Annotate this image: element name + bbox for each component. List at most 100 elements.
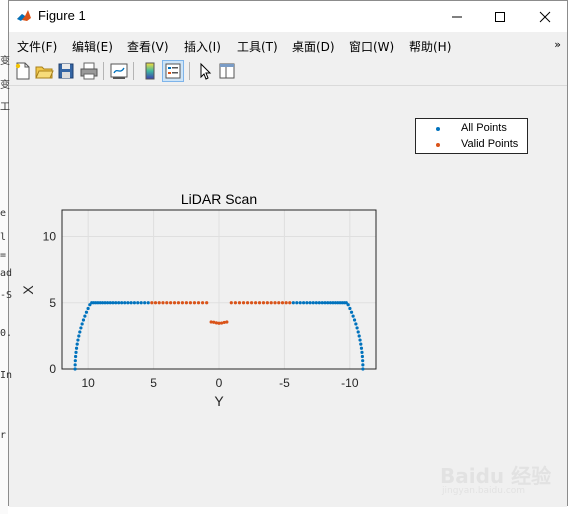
all-point xyxy=(348,306,352,311)
valid-point xyxy=(245,301,250,305)
all-point xyxy=(357,334,361,338)
all-point xyxy=(311,301,315,305)
background-text-fragment: ad xyxy=(0,268,13,279)
maximize-button[interactable] xyxy=(477,1,523,32)
all-point xyxy=(73,363,77,367)
all-point xyxy=(79,326,83,330)
edit-plot-icon[interactable] xyxy=(195,61,215,81)
background-text-fragment: 工 xyxy=(0,102,10,113)
valid-point xyxy=(192,301,197,305)
valid-point xyxy=(265,301,269,305)
x-tick-label: 0 xyxy=(216,376,223,390)
all-point xyxy=(74,346,79,350)
link-plot-icon[interactable] xyxy=(109,61,129,81)
menu-file[interactable]: 文件(F) xyxy=(17,38,57,55)
close-button[interactable] xyxy=(522,1,568,32)
watermark-domain: jingyan.baidu.com xyxy=(442,486,526,496)
valid-point xyxy=(157,301,161,305)
toolbar-separator xyxy=(133,62,134,80)
valid-point xyxy=(165,301,169,305)
background-text-fragment: In xyxy=(0,370,13,381)
background-text-fragment: 变 xyxy=(0,80,10,91)
all-point xyxy=(146,301,150,305)
close-icon xyxy=(539,11,551,22)
valid-point xyxy=(269,301,273,305)
all-point xyxy=(308,301,312,305)
valid-point xyxy=(237,301,242,305)
valid-point xyxy=(205,301,209,305)
toolbar-separator xyxy=(189,62,190,80)
valid-point xyxy=(180,301,185,305)
all-point xyxy=(139,301,143,305)
legend-entry-valid-points: Valid Points xyxy=(416,137,527,153)
valid-point xyxy=(153,301,158,305)
print-icon[interactable] xyxy=(79,61,99,81)
all-point xyxy=(291,301,295,305)
all-point xyxy=(317,301,321,305)
menu-overflow-icon[interactable]: » xyxy=(554,38,561,51)
open-file-icon[interactable] xyxy=(34,61,54,81)
legend-marker-valid-points xyxy=(436,143,440,147)
valid-point xyxy=(253,301,258,305)
menu-insert[interactable]: 插入(I) xyxy=(184,38,221,55)
menu-edit[interactable]: 编辑(E) xyxy=(72,38,113,55)
menu-help[interactable]: 帮助(H) xyxy=(409,38,451,55)
valid-point xyxy=(172,301,177,305)
new-figure-icon[interactable] xyxy=(13,61,33,81)
all-point xyxy=(132,301,137,305)
all-point xyxy=(81,318,86,322)
background-text-fragment: 0. xyxy=(0,328,13,339)
axis-ticks: 10 5 0 -5 -10 0 5 10 xyxy=(43,230,359,391)
all-point xyxy=(314,301,318,305)
plot-title: LiDAR Scan xyxy=(181,191,257,207)
all-point xyxy=(352,318,357,322)
insert-legend-icon[interactable] xyxy=(162,60,184,82)
all-point xyxy=(359,342,363,346)
menu-window[interactable]: 窗口(W) xyxy=(349,38,394,55)
maximize-icon xyxy=(495,11,505,22)
y-axis-label: X xyxy=(20,285,36,295)
all-point xyxy=(346,303,350,307)
all-point xyxy=(298,301,302,305)
all-point xyxy=(136,301,140,305)
menu-tools[interactable]: 工具(T) xyxy=(237,38,278,55)
watermark: Baidu 经验 jingyan.baidu.com xyxy=(440,456,570,508)
background-text-fragment: -S xyxy=(0,290,13,301)
property-inspector-icon[interactable] xyxy=(217,61,237,81)
menu-desktop[interactable]: 桌面(D) xyxy=(292,38,335,55)
legend-marker-all-points xyxy=(436,127,440,131)
valid-point xyxy=(225,320,229,324)
valid-point xyxy=(284,301,288,305)
all-point xyxy=(129,301,133,305)
grid-lines xyxy=(62,210,376,370)
menu-view[interactable]: 查看(V) xyxy=(127,38,169,55)
all-point xyxy=(361,359,365,363)
minimize-button[interactable] xyxy=(434,1,480,32)
x-tick-label: -10 xyxy=(341,376,359,390)
insert-colorbar-icon[interactable] xyxy=(140,61,160,81)
all-point xyxy=(301,301,306,305)
all-point xyxy=(74,350,78,354)
all-point xyxy=(305,301,309,305)
all-point xyxy=(74,354,78,359)
all-point xyxy=(120,301,124,305)
legend-entry-all-points: All Points xyxy=(416,121,527,137)
all-point xyxy=(78,330,82,334)
all-point xyxy=(76,338,80,342)
all-point xyxy=(126,301,130,305)
legend[interactable]: All Points Valid Points xyxy=(415,118,528,154)
all-point xyxy=(361,367,365,371)
all-point xyxy=(123,301,127,305)
save-icon[interactable] xyxy=(56,61,76,81)
all-point xyxy=(111,301,115,305)
all-point xyxy=(86,306,90,311)
all-point xyxy=(114,301,118,305)
all-point xyxy=(360,350,364,354)
x-axis-label: Y xyxy=(214,393,224,409)
valid-point xyxy=(280,301,285,305)
valid-point xyxy=(257,301,262,305)
y-tick-label: 10 xyxy=(43,230,57,244)
x-tick-label: 5 xyxy=(150,376,157,390)
valid-points-series xyxy=(150,301,292,325)
all-point xyxy=(323,301,327,305)
